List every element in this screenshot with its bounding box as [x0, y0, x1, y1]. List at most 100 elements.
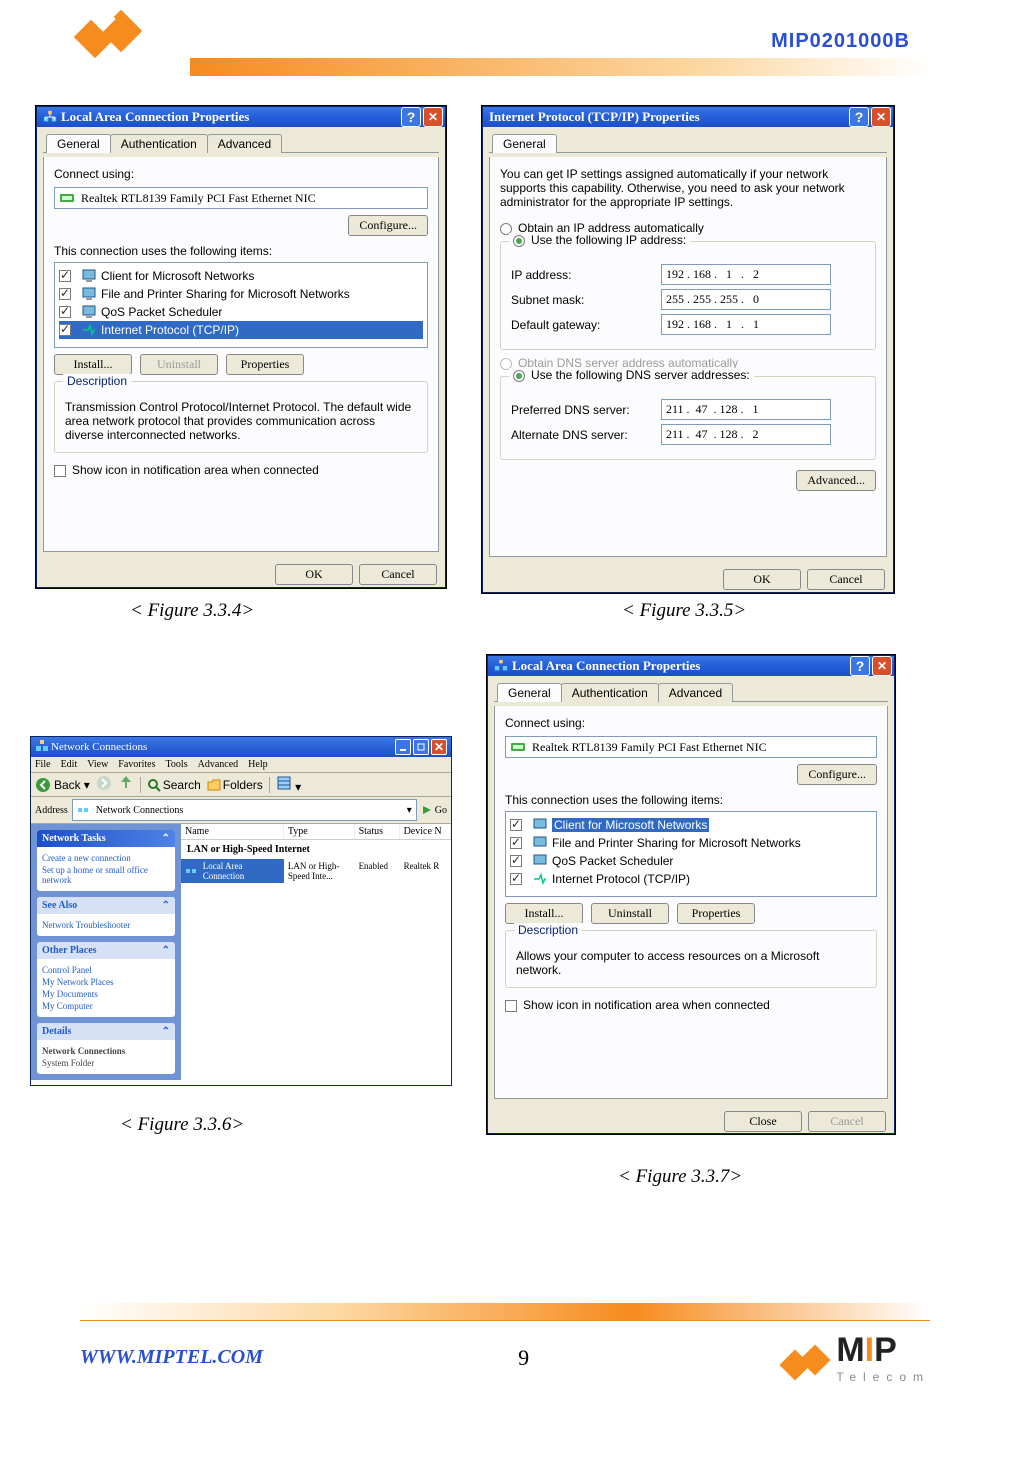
list-item-selected[interactable]: Internet Protocol (TCP/IP): [59, 321, 423, 339]
preferred-dns-input[interactable]: [661, 399, 831, 420]
show-icon-checkbox[interactable]: [54, 465, 66, 477]
connections-list[interactable]: Name Type Status Device N LAN or High-Sp…: [181, 824, 451, 1080]
checkbox-icon[interactable]: [510, 819, 522, 831]
task-item[interactable]: My Documents: [42, 989, 170, 999]
radio-use-ip[interactable]: [513, 235, 525, 247]
help-button[interactable]: [849, 107, 869, 127]
cancel-button[interactable]: Cancel: [359, 564, 437, 585]
help-button[interactable]: [401, 107, 421, 127]
tab-authentication[interactable]: Authentication: [110, 134, 208, 153]
go-button[interactable]: Go: [421, 804, 447, 816]
search-button[interactable]: Search: [147, 778, 201, 792]
ok-button[interactable]: OK: [723, 569, 801, 590]
titlebar[interactable]: Internet Protocol (TCP/IP) Properties: [483, 107, 893, 127]
minimize-button[interactable]: [395, 739, 411, 755]
checkbox-icon[interactable]: [510, 837, 522, 849]
folders-button[interactable]: Folders: [207, 778, 263, 792]
task-header-seealso[interactable]: See Also⌃: [37, 897, 175, 914]
close-dialog-button[interactable]: Close: [724, 1111, 802, 1132]
properties-button[interactable]: Properties: [226, 354, 304, 375]
toolbar: Back ▾ Search Folders ▾: [31, 773, 451, 797]
titlebar[interactable]: Local Area Connection Properties: [37, 107, 445, 127]
menu-file[interactable]: File: [35, 759, 51, 770]
checkbox-icon[interactable]: [59, 324, 71, 336]
connect-using-label: Connect using:: [54, 167, 428, 181]
menu-edit[interactable]: Edit: [61, 759, 78, 770]
tab-general[interactable]: General: [497, 683, 562, 702]
maximize-button[interactable]: [413, 739, 429, 755]
task-item[interactable]: My Computer: [42, 1001, 170, 1011]
task-item[interactable]: My Network Places: [42, 977, 170, 987]
tab-general[interactable]: General: [492, 134, 557, 153]
ok-button[interactable]: OK: [275, 564, 353, 585]
tab-advanced[interactable]: Advanced: [658, 683, 733, 702]
list-item[interactable]: QoS Packet Scheduler: [59, 303, 423, 321]
up-button[interactable]: [118, 775, 134, 794]
menu-advanced[interactable]: Advanced: [198, 759, 239, 770]
menu-help[interactable]: Help: [248, 759, 267, 770]
task-header-network[interactable]: Network Tasks⌃: [37, 830, 175, 847]
back-button[interactable]: Back ▾: [35, 777, 90, 793]
uses-label: This connection uses the following items…: [505, 793, 877, 807]
list-item[interactable]: File and Printer Sharing for Microsoft N…: [59, 285, 423, 303]
task-item[interactable]: Network Troubleshooter: [42, 920, 170, 930]
show-icon-checkbox[interactable]: [505, 1000, 517, 1012]
tab-advanced[interactable]: Advanced: [207, 134, 282, 153]
subnet-mask-input[interactable]: [661, 289, 831, 310]
task-item[interactable]: Control Panel: [42, 965, 170, 975]
header-divider: [190, 58, 930, 76]
show-icon-label: Show icon in notification area when conn…: [523, 998, 770, 1012]
install-button[interactable]: Install...: [54, 354, 132, 375]
radio-use-dns[interactable]: [513, 370, 525, 382]
column-headers[interactable]: Name Type Status Device N: [181, 824, 451, 840]
views-button[interactable]: ▾: [276, 775, 301, 794]
properties-button[interactable]: Properties: [677, 903, 755, 924]
list-item-selected[interactable]: Client for Microsoft Networks: [510, 816, 872, 834]
titlebar[interactable]: Network Connections: [31, 737, 451, 757]
menu-favorites[interactable]: Favorites: [118, 759, 155, 770]
checkbox-icon[interactable]: [59, 270, 71, 282]
checkbox-icon[interactable]: [59, 288, 71, 300]
advanced-button[interactable]: Advanced...: [796, 470, 876, 491]
components-listbox[interactable]: Client for Microsoft Networks File and P…: [54, 262, 428, 348]
address-bar[interactable]: Network Connections ▾: [72, 799, 417, 821]
close-button[interactable]: [431, 739, 447, 755]
menubar[interactable]: File Edit View Favorites Tools Advanced …: [31, 757, 451, 773]
help-button[interactable]: [850, 656, 870, 676]
uninstall-button[interactable]: Uninstall: [591, 903, 669, 924]
checkbox-icon[interactable]: [510, 855, 522, 867]
components-listbox[interactable]: Client for Microsoft Networks File and P…: [505, 811, 877, 897]
task-item[interactable]: Set up a home or small office network: [42, 865, 170, 885]
gateway-input[interactable]: [661, 314, 831, 335]
connection-row[interactable]: Local Area Connection LAN or High-Speed …: [181, 859, 451, 883]
titlebar[interactable]: Local Area Connection Properties: [488, 656, 894, 676]
close-button[interactable]: [872, 656, 892, 676]
install-button[interactable]: Install...: [505, 903, 583, 924]
nic-icon: [59, 190, 75, 206]
list-item[interactable]: File and Printer Sharing for Microsoft N…: [510, 834, 872, 852]
tab-authentication[interactable]: Authentication: [561, 683, 659, 702]
list-item[interactable]: Internet Protocol (TCP/IP): [510, 870, 872, 888]
checkbox-icon[interactable]: [510, 873, 522, 885]
list-item[interactable]: Client for Microsoft Networks: [59, 267, 423, 285]
menu-tools[interactable]: Tools: [166, 759, 188, 770]
alternate-dns-input[interactable]: [661, 424, 831, 445]
client-icon: [81, 268, 97, 284]
cancel-button[interactable]: Cancel: [807, 569, 885, 590]
ip-address-input[interactable]: [661, 264, 831, 285]
figure-caption: < Figure 3.3.4>: [130, 600, 254, 622]
tab-general[interactable]: General: [46, 134, 111, 153]
close-button[interactable]: [423, 107, 443, 127]
configure-button[interactable]: Configure...: [797, 764, 877, 785]
list-item[interactable]: QoS Packet Scheduler: [510, 852, 872, 870]
configure-button[interactable]: Configure...: [348, 215, 428, 236]
forward-button: [96, 775, 112, 794]
adapter-name: Realtek RTL8139 Family PCI Fast Ethernet…: [532, 740, 767, 755]
close-button[interactable]: [871, 107, 891, 127]
checkbox-icon[interactable]: [59, 306, 71, 318]
task-item[interactable]: Create a new connection: [42, 853, 170, 863]
task-header-details[interactable]: Details⌃: [37, 1023, 175, 1040]
menu-view[interactable]: View: [87, 759, 108, 770]
connection-icon: [185, 863, 200, 879]
task-header-other[interactable]: Other Places⌃: [37, 942, 175, 959]
